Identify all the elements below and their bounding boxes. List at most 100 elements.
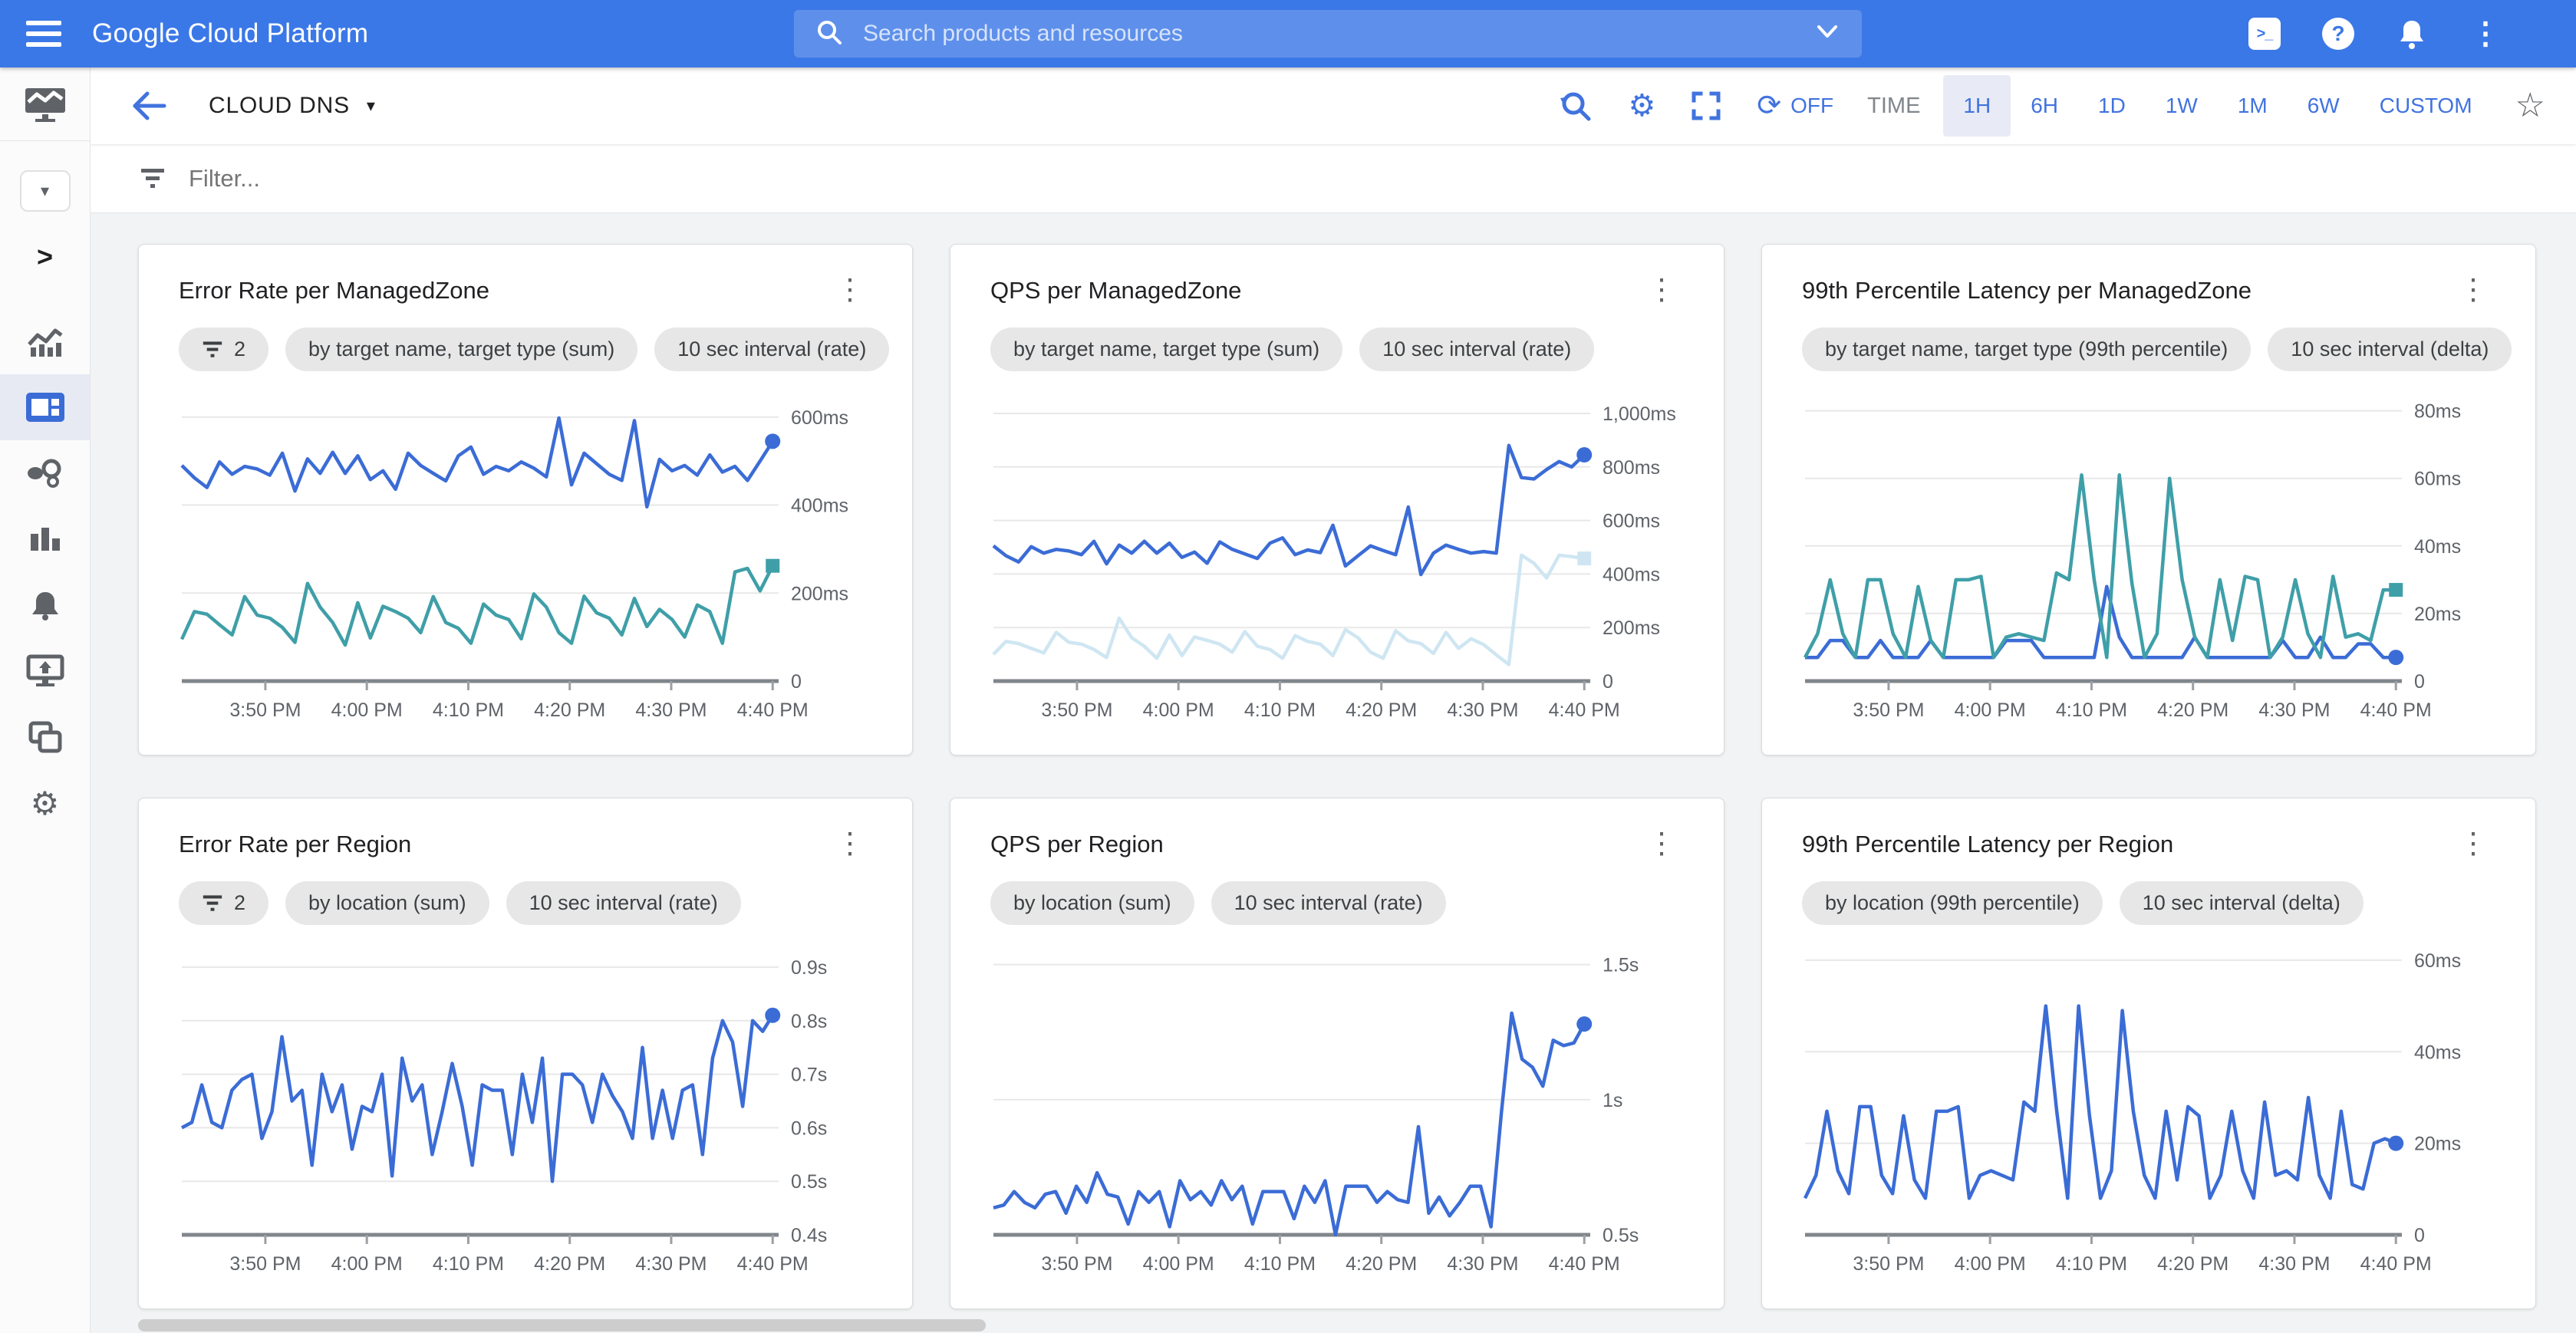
interval-chip[interactable]: 10 sec interval (delta) — [2120, 881, 2364, 925]
sidebar-item-services[interactable] — [0, 440, 90, 506]
svg-text:4:40 PM: 4:40 PM — [2360, 699, 2432, 721]
filter-count-chip[interactable]: 2 — [179, 881, 268, 925]
search-input[interactable] — [863, 21, 1814, 47]
star-icon[interactable]: ☆ — [2515, 89, 2545, 123]
dashboard-filter-input[interactable] — [189, 165, 1263, 193]
aggregation-chip[interactable]: by location (sum) — [285, 881, 489, 925]
chart-card-qps-managedzone: QPS per ManagedZone ⋮ by target name, ta… — [950, 244, 1724, 755]
chart-menu-kebab-icon[interactable]: ⋮ — [828, 277, 872, 303]
chart-menu-kebab-icon[interactable]: ⋮ — [2451, 277, 2495, 303]
svg-text:4:30 PM: 4:30 PM — [2258, 1253, 2330, 1275]
settings-gear-icon: ⚙ — [31, 785, 60, 822]
search-bar[interactable] — [794, 10, 1862, 58]
svg-text:40ms: 40ms — [2414, 1042, 2461, 1063]
sidebar-item-uptime-checks[interactable] — [0, 638, 90, 704]
svg-text:4:00 PM: 4:00 PM — [1955, 1253, 2026, 1275]
filter-count-chip[interactable]: 2 — [179, 327, 268, 371]
sidebar-item-groups[interactable] — [0, 704, 90, 770]
time-range-1h[interactable]: 1H — [1943, 75, 2011, 137]
chart-menu-kebab-icon[interactable]: ⋮ — [1639, 277, 1684, 303]
time-range-1m[interactable]: 1M — [2218, 75, 2288, 137]
settings-gear-icon[interactable]: ⚙ — [1628, 91, 1655, 121]
expand-panel-arrow[interactable]: > — [0, 224, 90, 290]
time-range-1w[interactable]: 1W — [2146, 75, 2218, 137]
monitoring-logo — [0, 67, 90, 141]
aggregation-chip[interactable]: by target name, target type (99th percen… — [1802, 327, 2251, 371]
svg-text:4:40 PM: 4:40 PM — [737, 1253, 809, 1275]
svg-text:4:10 PM: 4:10 PM — [2056, 699, 2127, 721]
app-title: Google Cloud Platform — [92, 18, 368, 49]
chart-card-latency-managedzone: 99th Percentile Latency per ManagedZone … — [1761, 244, 2536, 755]
chart-title: 99th Percentile Latency per ManagedZone — [1802, 277, 2252, 304]
svg-text:4:30 PM: 4:30 PM — [1447, 699, 1518, 721]
dashboard-name-dropdown[interactable]: CLOUD DNS ▾ — [209, 93, 376, 119]
app-header: Google Cloud Platform >_ ? ⋮ — [0, 0, 2576, 67]
notifications-bell-icon[interactable] — [2395, 17, 2429, 51]
chart-menu-kebab-icon[interactable]: ⋮ — [828, 831, 872, 857]
svg-text:4:40 PM: 4:40 PM — [1549, 699, 1620, 721]
metrics-explorer-icon — [26, 324, 64, 358]
time-range-6h[interactable]: 6H — [2011, 75, 2078, 137]
svg-text:600ms: 600ms — [791, 407, 848, 429]
interval-chip[interactable]: 10 sec interval (rate) — [506, 881, 741, 925]
svg-text:4:00 PM: 4:00 PM — [331, 1253, 403, 1275]
svg-text:0: 0 — [1603, 671, 1613, 693]
aggregation-chip[interactable]: by target name, target type (sum) — [285, 327, 637, 371]
chart-menu-kebab-icon[interactable]: ⋮ — [2451, 831, 2495, 857]
svg-text:4:10 PM: 4:10 PM — [2056, 1253, 2127, 1275]
chart-title: QPS per ManagedZone — [990, 277, 1241, 304]
line-chart[interactable]: 0.4s0.5s0.6s0.7s0.8s0.9s3:50 PM4:00 PM4:… — [179, 936, 872, 1285]
svg-text:3:50 PM: 3:50 PM — [1853, 699, 1924, 721]
line-chart[interactable]: 0200ms400ms600ms800ms1,000ms3:50 PM4:00 … — [990, 382, 1684, 731]
sidebar-item-settings[interactable]: ⚙ — [0, 770, 90, 836]
aggregation-chip[interactable]: by target name, target type (sum) — [990, 327, 1342, 371]
help-icon[interactable]: ? — [2321, 17, 2355, 51]
more-kebab-icon[interactable]: ⋮ — [2469, 17, 2502, 51]
time-label: TIME — [1867, 94, 1920, 119]
chart-title: Error Rate per Region — [179, 831, 411, 858]
aggregation-chip[interactable]: by location (99th percentile) — [1802, 881, 2103, 925]
interval-chip[interactable]: 10 sec interval (rate) — [1359, 327, 1594, 371]
workspace-dropdown[interactable]: ▾ — [0, 158, 90, 224]
line-chart[interactable]: 020ms40ms60ms80ms3:50 PM4:00 PM4:10 PM4:… — [1802, 382, 2495, 731]
chart-card-latency-region: 99th Percentile Latency per Region ⋮ by … — [1761, 798, 2536, 1309]
interval-chip[interactable]: 10 sec interval (rate) — [1211, 881, 1446, 925]
svg-text:0: 0 — [2414, 671, 2425, 693]
search-chevron-down-icon[interactable] — [1814, 24, 1840, 44]
svg-text:3:50 PM: 3:50 PM — [1041, 1253, 1112, 1275]
svg-text:400ms: 400ms — [791, 495, 848, 517]
svg-text:4:20 PM: 4:20 PM — [534, 699, 605, 721]
sidebar-item-dashboards[interactable] — [0, 374, 90, 440]
interval-chip[interactable]: 10 sec interval (delta) — [2268, 327, 2512, 371]
cloud-shell-icon[interactable]: >_ — [2248, 17, 2281, 51]
svg-text:3:50 PM: 3:50 PM — [1853, 1253, 1924, 1275]
back-arrow-icon[interactable] — [130, 91, 167, 121]
sidebar-item-alerting[interactable] — [0, 572, 90, 638]
horizontal-scrollbar[interactable] — [138, 1319, 986, 1331]
interval-chip[interactable]: 10 sec interval (rate) — [654, 327, 889, 371]
chart-menu-kebab-icon[interactable]: ⋮ — [1639, 831, 1684, 857]
svg-text:0.8s: 0.8s — [791, 1011, 827, 1032]
line-chart[interactable]: 0.5s1s1.5s3:50 PM4:00 PM4:10 PM4:20 PM4:… — [990, 936, 1684, 1285]
svg-text:0: 0 — [2414, 1225, 2425, 1246]
menu-hamburger-icon[interactable] — [26, 21, 61, 47]
line-chart[interactable]: 020ms40ms60ms3:50 PM4:00 PM4:10 PM4:20 P… — [1802, 936, 2495, 1285]
svg-text:200ms: 200ms — [791, 583, 848, 604]
auto-refresh-toggle[interactable]: ⟳ OFF — [1757, 91, 1833, 120]
svg-text:60ms: 60ms — [2414, 469, 2461, 490]
sidebar-item-metrics-explorer[interactable] — [0, 308, 90, 374]
time-range-custom[interactable]: CUSTOM — [2360, 75, 2492, 137]
services-icon — [25, 456, 65, 490]
svg-text:4:00 PM: 4:00 PM — [1143, 699, 1214, 721]
dashboard-name: CLOUD DNS — [209, 93, 350, 119]
search-icon — [815, 18, 843, 50]
line-chart[interactable]: 0200ms400ms600ms3:50 PM4:00 PM4:10 PM4:2… — [179, 382, 872, 731]
fullscreen-icon[interactable] — [1691, 91, 1721, 121]
time-range-1d[interactable]: 1D — [2078, 75, 2146, 137]
left-sidebar: ▾ > ⚙ — [0, 67, 91, 1333]
chevron-down-icon: ▾ — [41, 181, 49, 201]
sidebar-item-uptime-bars[interactable] — [0, 506, 90, 572]
aggregation-chip[interactable]: by location (sum) — [990, 881, 1194, 925]
zoom-reset-icon[interactable] — [1559, 89, 1593, 123]
time-range-6w[interactable]: 6W — [2288, 75, 2360, 137]
